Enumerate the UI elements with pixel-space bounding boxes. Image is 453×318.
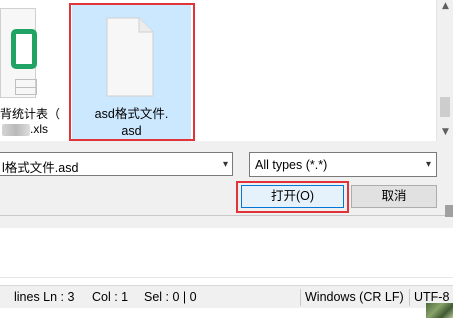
resize-grip[interactable] — [445, 205, 453, 217]
chevron-down-icon[interactable]: ▾ — [223, 159, 228, 170]
status-sel: Sel : 0 | 0 — [144, 290, 197, 304]
scroll-down-icon[interactable]: ▼ — [441, 128, 450, 137]
scrollbar-thumb[interactable] — [440, 97, 450, 117]
filename-value: l格式文件.asd — [2, 161, 79, 175]
status-eol[interactable]: Windows (CR LF) — [305, 286, 404, 309]
excel-file-icon — [0, 8, 37, 98]
open-file-dialog: 背统计表（ .xls asd格式文件. asd ▲ ▼ l格式文件.asd ▾ — [0, 0, 453, 228]
status-lines: lines Ln : 3 — [14, 290, 75, 304]
file-list-scrollbar[interactable]: ▲ ▼ — [436, 0, 453, 141]
file-type-select[interactable]: All types (*.*) ▾ — [249, 152, 437, 177]
scroll-up-icon[interactable]: ▲ — [441, 2, 450, 11]
redacted-text — [2, 123, 30, 136]
cancel-button[interactable]: 取消 — [351, 185, 437, 208]
file-item-xls-name: 背统计表（ — [0, 107, 61, 121]
divider — [0, 277, 453, 278]
file-list-pane[interactable]: 背统计表（ .xls asd格式文件. asd — [0, 0, 436, 141]
filename-input[interactable]: l格式文件.asd ▾ — [0, 152, 233, 176]
background-image-fragment — [426, 303, 453, 318]
file-type-value: All types (*.*) — [255, 158, 328, 172]
file-item-xls-ext: .xls — [30, 122, 48, 136]
file-item-xls[interactable]: 背统计表（ .xls — [0, 0, 60, 141]
status-col: Col : 1 — [92, 290, 129, 304]
chevron-down-icon[interactable]: ▾ — [426, 159, 431, 170]
open-button[interactable]: 打开(O) — [241, 185, 344, 208]
file-item-asd-name: asd格式文件. — [94, 107, 169, 121]
file-item-asd[interactable]: asd格式文件. asd — [72, 5, 191, 139]
blank-file-icon — [106, 17, 154, 97]
divider — [0, 215, 445, 216]
editor-area[interactable] — [0, 228, 453, 285]
bottom-strip — [0, 308, 453, 318]
status-bar: lines Ln : 3 Col : 1 Sel : 0 | 0 Windows… — [0, 285, 453, 308]
file-item-asd-ext: asd — [121, 124, 142, 138]
